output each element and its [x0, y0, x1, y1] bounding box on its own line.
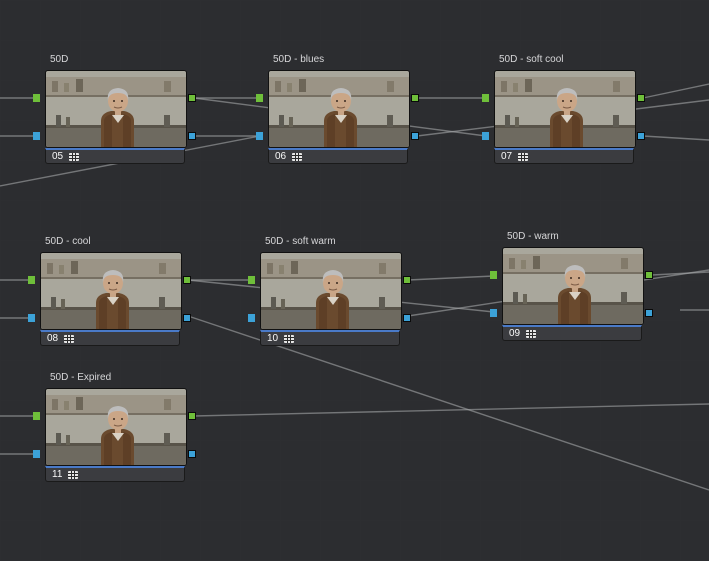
node-footer: 08 [40, 330, 180, 346]
grid-icon [518, 153, 528, 161]
grid-icon [284, 335, 294, 343]
graph-node-05[interactable]: 50D [45, 70, 185, 164]
node-thumbnail[interactable] [45, 388, 187, 466]
node-footer: 10 [260, 330, 400, 346]
graph-node-07[interactable]: 50D - soft cool [494, 70, 634, 164]
node-thumbnail[interactable] [45, 70, 187, 148]
input-port-video-icon[interactable] [248, 276, 255, 284]
output-port-key-icon[interactable] [183, 314, 191, 322]
output-port-key-icon[interactable] [411, 132, 419, 140]
grid-icon [68, 471, 78, 479]
node-thumbnail[interactable] [268, 70, 410, 148]
node-thumbnail[interactable] [494, 70, 636, 148]
input-port-video-icon[interactable] [482, 94, 489, 102]
node-number: 07 [501, 151, 512, 162]
input-port-key-icon[interactable] [490, 309, 497, 317]
node-graph-canvas[interactable]: 50D [0, 0, 709, 561]
graph-node-10[interactable]: 50D - soft warm [260, 252, 400, 346]
grid-icon [69, 153, 79, 161]
input-port-key-icon[interactable] [248, 314, 255, 322]
node-number: 10 [267, 333, 278, 344]
node-footer: 05 [45, 148, 185, 164]
node-label: 50D - Expired [50, 372, 111, 383]
node-thumbnail[interactable] [40, 252, 182, 330]
output-port-key-icon[interactable] [403, 314, 411, 322]
input-port-video-icon[interactable] [33, 412, 40, 420]
output-port-video-icon[interactable] [645, 271, 653, 279]
node-label: 50D - soft cool [499, 54, 563, 65]
node-thumbnail[interactable] [260, 252, 402, 330]
node-footer: 09 [502, 325, 642, 341]
output-port-video-icon[interactable] [188, 94, 196, 102]
connection-line [643, 136, 709, 140]
node-footer: 07 [494, 148, 634, 164]
input-port-key-icon[interactable] [256, 132, 263, 140]
input-port-video-icon[interactable] [33, 94, 40, 102]
grid-icon [64, 335, 74, 343]
output-port-video-icon[interactable] [188, 412, 196, 420]
node-number: 06 [275, 151, 286, 162]
input-port-key-icon[interactable] [33, 132, 40, 140]
node-label: 50D - blues [273, 54, 324, 65]
output-port-video-icon[interactable] [183, 276, 191, 284]
output-port-key-icon[interactable] [188, 132, 196, 140]
output-port-key-icon[interactable] [637, 132, 645, 140]
node-number: 09 [509, 328, 520, 339]
graph-node-06[interactable]: 50D - blues [268, 70, 408, 164]
node-footer: 11 [45, 466, 185, 482]
output-port-video-icon[interactable] [411, 94, 419, 102]
input-port-key-icon[interactable] [482, 132, 489, 140]
connection-line [652, 272, 709, 275]
output-port-video-icon[interactable] [403, 276, 411, 284]
connection-line [194, 404, 709, 416]
grid-icon [526, 330, 536, 338]
grid-icon [292, 153, 302, 161]
node-label: 50D - warm [507, 231, 559, 242]
graph-node-08[interactable]: 50D - cool [40, 252, 180, 346]
node-label: 50D - soft warm [265, 236, 336, 247]
graph-node-09[interactable]: 50D - warm [502, 247, 642, 341]
node-number: 11 [52, 469, 62, 480]
node-number: 08 [47, 333, 58, 344]
connection-line [643, 84, 709, 98]
output-port-key-icon[interactable] [188, 450, 196, 458]
node-footer: 06 [268, 148, 408, 164]
node-label: 50D - cool [45, 236, 91, 247]
input-port-key-icon[interactable] [33, 450, 40, 458]
node-label: 50D [50, 54, 68, 65]
node-number: 05 [52, 151, 63, 162]
input-port-video-icon[interactable] [256, 94, 263, 102]
input-port-video-icon[interactable] [28, 276, 35, 284]
input-port-key-icon[interactable] [28, 314, 35, 322]
output-port-key-icon[interactable] [645, 309, 653, 317]
node-thumbnail[interactable] [502, 247, 644, 325]
output-port-video-icon[interactable] [637, 94, 645, 102]
connection-line [408, 276, 494, 280]
graph-node-11[interactable]: 50D - Expired [45, 388, 185, 482]
input-port-video-icon[interactable] [490, 271, 497, 279]
